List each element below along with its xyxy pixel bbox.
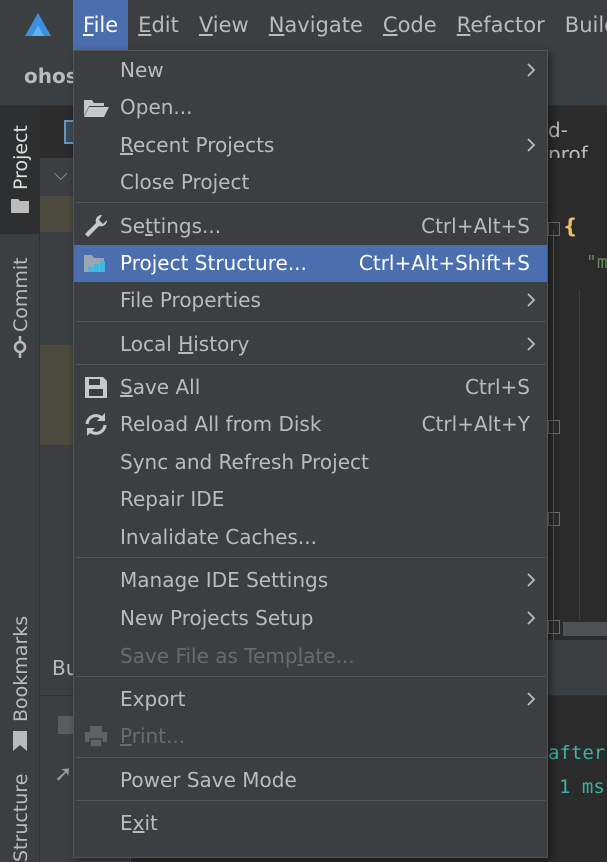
- fold-marker-icon[interactable]: [548, 620, 560, 634]
- fold-marker-icon[interactable]: [548, 512, 560, 526]
- menu-item-print[interactable]: Print...: [74, 718, 547, 755]
- fold-marker-icon[interactable]: [548, 420, 560, 434]
- main-menubar: File Edit View Navigate Code Refactor Bu…: [0, 0, 607, 50]
- menu-item-settings[interactable]: Settings... Ctrl+Alt+S: [74, 208, 547, 245]
- submenu-arrow-icon: [527, 293, 536, 307]
- menu-item-file-properties[interactable]: File Properties: [74, 282, 547, 319]
- menu-separator: [76, 757, 546, 758]
- tool-label-commit[interactable]: Commit: [10, 257, 32, 332]
- shortcut-label: Ctrl+Alt+Y: [421, 412, 530, 436]
- menu-item-save-all[interactable]: Save All Ctrl+S: [74, 369, 547, 406]
- submenu-arrow-icon: [527, 611, 536, 625]
- fold-marker-icon[interactable]: [548, 222, 560, 236]
- submenu-arrow-icon: [527, 337, 536, 351]
- tool-label-bookmarks[interactable]: Bookmarks: [10, 616, 32, 722]
- menu-item-recent-projects[interactable]: Recent Projects: [74, 127, 547, 164]
- bookmark-icon: [13, 731, 27, 751]
- submenu-arrow-icon: [527, 138, 536, 152]
- folder-open-icon: [84, 100, 109, 117]
- menu-item-close-project[interactable]: Close Project: [74, 164, 547, 201]
- menu-item-manage-ide-settings[interactable]: Manage IDE Settings: [74, 562, 547, 599]
- menu-file[interactable]: File: [73, 0, 129, 50]
- reload-icon: [85, 413, 107, 436]
- menu-item-repair-ide[interactable]: Repair IDE: [74, 481, 547, 518]
- tree-row-highlight[interactable]: [40, 345, 75, 445]
- menu-item-invalidate-caches[interactable]: Invalidate Caches...: [74, 519, 547, 556]
- submenu-arrow-icon: [527, 692, 536, 706]
- menu-separator: [76, 676, 546, 677]
- console-text-ms: 1 ms: [559, 776, 605, 798]
- menu-separator: [76, 800, 546, 801]
- indent-guide: [579, 290, 580, 620]
- menu-code[interactable]: Code: [373, 0, 447, 50]
- wrench-icon: [85, 214, 108, 237]
- menu-item-open[interactable]: Open...: [74, 89, 547, 126]
- menu-item-project-structure[interactable]: Project Structure... Ctrl+Alt+Shift+S: [74, 245, 547, 282]
- file-menu-dropdown: New Open... Recent Projects Close Projec…: [73, 50, 548, 858]
- menu-item-export[interactable]: Export: [74, 681, 547, 718]
- tool-label-structure[interactable]: Structure: [10, 774, 32, 862]
- console-text-after: after: [548, 742, 606, 764]
- save-icon: [85, 377, 107, 398]
- menu-view[interactable]: View: [189, 0, 259, 50]
- commit-icon: [13, 336, 27, 358]
- submenu-arrow-icon: [527, 63, 536, 77]
- pin-icon[interactable]: ➚: [54, 762, 72, 787]
- menu-edit[interactable]: Edit: [128, 0, 189, 50]
- project-structure-icon: [84, 255, 105, 272]
- folder-icon: [11, 199, 29, 213]
- tool-label-project[interactable]: Project: [10, 125, 32, 190]
- editor-horizontal-scrollbar[interactable]: [563, 622, 607, 636]
- submenu-arrow-icon: [527, 573, 536, 587]
- app-logo-icon[interactable]: [24, 12, 52, 38]
- project-name[interactable]: ohos: [24, 64, 78, 88]
- menu-item-save-as-template[interactable]: Save File as Template...: [74, 638, 547, 675]
- menu-navigate[interactable]: Navigate: [259, 0, 373, 50]
- tree-row-selected[interactable]: [40, 196, 75, 232]
- code-brace: {: [563, 214, 578, 238]
- menu-item-power-save-mode[interactable]: Power Save Mode: [74, 762, 547, 799]
- shortcut-label: Ctrl+Alt+Shift+S: [358, 251, 530, 275]
- printer-icon: [85, 726, 107, 748]
- menu-item-exit[interactable]: Exit: [74, 805, 547, 842]
- menu-separator: [76, 202, 546, 203]
- menu-separator: [76, 364, 546, 365]
- shortcut-label: Ctrl+S: [464, 375, 530, 399]
- menu-build[interactable]: Build: [555, 0, 607, 50]
- menu-separator: [76, 321, 546, 322]
- menu-refactor[interactable]: Refactor: [447, 0, 555, 50]
- menu-item-local-history[interactable]: Local History: [74, 326, 547, 363]
- menu-item-new[interactable]: New: [74, 52, 547, 89]
- code-string-fragment: "m: [586, 252, 607, 273]
- shortcut-label: Ctrl+Alt+S: [421, 214, 530, 238]
- menu-item-sync-refresh[interactable]: Sync and Refresh Project: [74, 444, 547, 481]
- menu-item-new-projects-setup[interactable]: New Projects Setup: [74, 600, 547, 637]
- menu-separator: [76, 557, 546, 558]
- editor-gutter: [553, 230, 554, 640]
- menu-item-reload-all[interactable]: Reload All from Disk Ctrl+Alt+Y: [74, 406, 547, 443]
- chevron-down-icon[interactable]: ⌵: [54, 164, 68, 185]
